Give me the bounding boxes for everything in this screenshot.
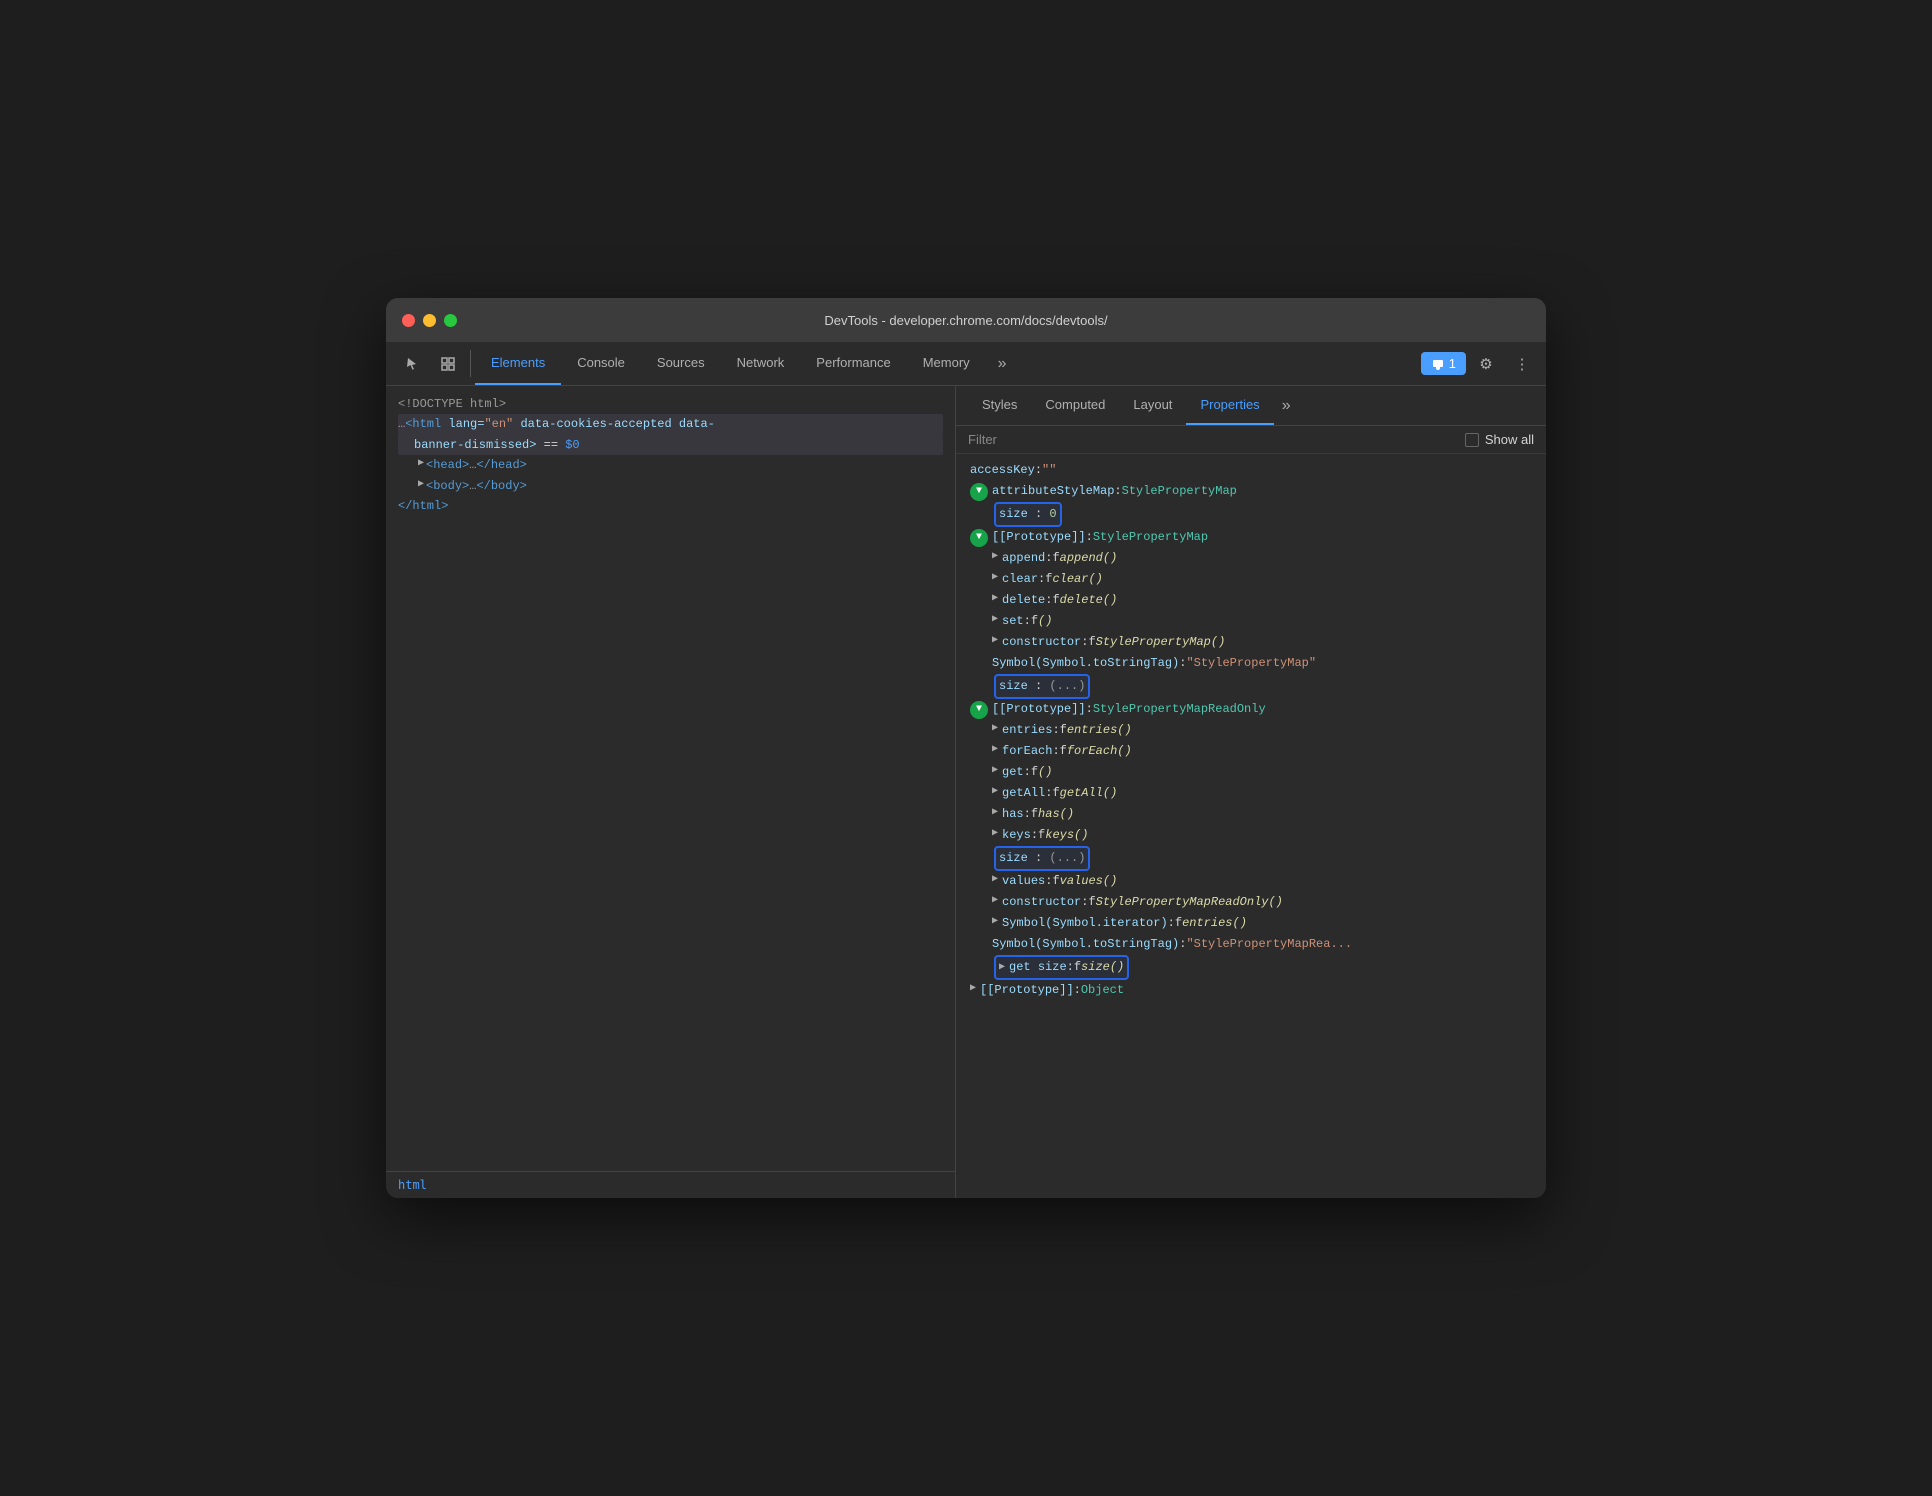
size-0-badge[interactable]: size : 0 xyxy=(994,502,1062,527)
dom-html-close: </html> xyxy=(398,496,943,516)
sub-tab-styles[interactable]: Styles xyxy=(968,386,1031,425)
prop-has: ▶ has : f has() xyxy=(968,804,1534,825)
traffic-lights xyxy=(402,314,457,327)
titlebar: DevTools - developer.chrome.com/docs/dev… xyxy=(386,298,1546,342)
show-all-label[interactable]: Show all xyxy=(1465,432,1534,447)
main-content: <!DOCTYPE html> … <html lang="en" data-c… xyxy=(386,386,1546,1198)
prop-delete: ▶ delete : f delete() xyxy=(968,590,1534,611)
dom-html-tag-cont: banner-dismissed> == $0 xyxy=(398,435,943,455)
prop-prototype-stylepropertymapreonly[interactable]: ▼ [[Prototype]] : StylePropertyMapReadOn… xyxy=(968,699,1534,720)
get-size-badge[interactable]: ▶ get size : f size() xyxy=(994,955,1129,980)
dom-body[interactable]: ▶ <body> … </body> xyxy=(398,476,943,496)
prop-set: ▶ set : f () xyxy=(968,611,1534,632)
minimize-button[interactable] xyxy=(423,314,436,327)
expand-values-icon[interactable]: ▶ xyxy=(992,871,998,889)
prop-append: ▶ append : f append() xyxy=(968,548,1534,569)
expand-get-icon[interactable]: ▶ xyxy=(992,762,998,780)
sub-tab-layout[interactable]: Layout xyxy=(1119,386,1186,425)
prop-prototype-object: ▶ [[Prototype]] : Object xyxy=(968,980,1534,1001)
prop-get: ▶ get : f () xyxy=(968,762,1534,783)
settings-button[interactable]: ⚙ xyxy=(1470,348,1502,380)
prop-getall: ▶ getAll : f getAll() xyxy=(968,783,1534,804)
dom-breadcrumb: html xyxy=(386,1171,955,1198)
properties-content[interactable]: accessKey : "" ▼ attributeStyleMap : Sty… xyxy=(956,454,1546,1198)
expand-getall-icon[interactable]: ▶ xyxy=(992,783,998,801)
dom-head[interactable]: ▶ <head> … </head> xyxy=(398,455,943,475)
prop-attributestylemap[interactable]: ▼ attributeStyleMap : StylePropertyMap xyxy=(968,481,1534,502)
toolbar-right: 1 ⚙ ⋮ xyxy=(1421,342,1538,385)
prop-size-0: size : 0 xyxy=(968,502,1534,527)
dom-html-tag[interactable]: … <html lang="en" data-cookies-accepted … xyxy=(398,414,943,434)
expand-getsize-icon[interactable]: ▶ xyxy=(999,959,1005,977)
expand-append-icon[interactable]: ▶ xyxy=(992,548,998,566)
tab-performance[interactable]: Performance xyxy=(800,342,906,385)
green-expand-prototype1[interactable]: ▼ xyxy=(970,529,988,547)
filter-input[interactable] xyxy=(968,432,1465,447)
prop-symbol-tostringtag-2: Symbol(Symbol.toStringTag) : "StylePrope… xyxy=(968,934,1534,955)
show-all-checkbox[interactable] xyxy=(1465,433,1479,447)
expand-prototype-obj-icon[interactable]: ▶ xyxy=(970,980,976,998)
expand-entries-icon[interactable]: ▶ xyxy=(992,720,998,738)
dom-tree[interactable]: <!DOCTYPE html> … <html lang="en" data-c… xyxy=(386,386,955,1171)
more-options-button[interactable]: ⋮ xyxy=(1506,348,1538,380)
tabs-bar: Elements Console Sources Network Perform… xyxy=(386,342,1546,386)
more-tabs-button[interactable]: » xyxy=(990,342,1015,385)
tab-memory[interactable]: Memory xyxy=(907,342,986,385)
expand-clear-icon[interactable]: ▶ xyxy=(992,569,998,587)
sub-tabs: Styles Computed Layout Properties » xyxy=(956,386,1546,426)
more-sub-tabs-button[interactable]: » xyxy=(1274,386,1299,425)
prop-keys: ▶ keys : f keys() xyxy=(968,825,1534,846)
prop-constructor-2: ▶ constructor : f StylePropertyMapReadOn… xyxy=(968,892,1534,913)
sub-tab-computed[interactable]: Computed xyxy=(1031,386,1119,425)
prop-symbol-iterator: ▶ Symbol(Symbol.iterator) : f entries() xyxy=(968,913,1534,934)
green-expand-attributestylemap[interactable]: ▼ xyxy=(970,483,988,501)
expand-foreach-icon[interactable]: ▶ xyxy=(992,741,998,759)
prop-get-size: ▶ get size : f size() xyxy=(968,955,1534,980)
tab-sources[interactable]: Sources xyxy=(641,342,721,385)
tab-console[interactable]: Console xyxy=(561,342,641,385)
prop-accesskey: accessKey : "" xyxy=(968,460,1534,481)
inspect-icon[interactable] xyxy=(430,342,466,385)
tab-network[interactable]: Network xyxy=(721,342,801,385)
expand-delete-icon[interactable]: ▶ xyxy=(992,590,998,608)
close-button[interactable] xyxy=(402,314,415,327)
devtools-window: DevTools - developer.chrome.com/docs/dev… xyxy=(386,298,1546,1198)
prop-size-ellipsis-1: size : (...) xyxy=(968,674,1534,699)
right-panel: Styles Computed Layout Properties » Sho xyxy=(956,386,1546,1198)
expand-constructor2-icon[interactable]: ▶ xyxy=(992,892,998,910)
cursor-icon[interactable] xyxy=(394,342,430,385)
expand-keys-icon[interactable]: ▶ xyxy=(992,825,998,843)
expand-constructor1-icon[interactable]: ▶ xyxy=(992,632,998,650)
maximize-button[interactable] xyxy=(444,314,457,327)
filter-row: Show all xyxy=(956,426,1546,454)
prop-symbol-tostringtag-1: Symbol(Symbol.toStringTag) : "StylePrope… xyxy=(968,653,1534,674)
size-ellipsis-2-badge[interactable]: size : (...) xyxy=(994,846,1090,871)
tab-divider xyxy=(470,350,471,377)
expand-set-icon[interactable]: ▶ xyxy=(992,611,998,629)
sub-tab-properties[interactable]: Properties xyxy=(1186,386,1273,425)
prop-entries: ▶ entries : f entries() xyxy=(968,720,1534,741)
dom-panel: <!DOCTYPE html> … <html lang="en" data-c… xyxy=(386,386,956,1198)
prop-foreach: ▶ forEach : f forEach() xyxy=(968,741,1534,762)
prop-clear: ▶ clear : f clear() xyxy=(968,569,1534,590)
expand-has-icon[interactable]: ▶ xyxy=(992,804,998,822)
window-title: DevTools - developer.chrome.com/docs/dev… xyxy=(824,313,1107,328)
prop-constructor-1: ▶ constructor : f StylePropertyMap() xyxy=(968,632,1534,653)
size-ellipsis-1-badge[interactable]: size : (...) xyxy=(994,674,1090,699)
expand-head-icon[interactable]: ▶ xyxy=(418,455,424,472)
green-expand-prototype2[interactable]: ▼ xyxy=(970,701,988,719)
prop-prototype-stylemap[interactable]: ▼ [[Prototype]] : StylePropertyMap xyxy=(968,527,1534,548)
expand-body-icon[interactable]: ▶ xyxy=(418,476,424,493)
expand-symbol-iterator-icon[interactable]: ▶ xyxy=(992,913,998,931)
prop-size-ellipsis-2: size : (...) xyxy=(968,846,1534,871)
tab-elements[interactable]: Elements xyxy=(475,342,561,385)
prop-values: ▶ values : f values() xyxy=(968,871,1534,892)
notification-button[interactable]: 1 xyxy=(1421,352,1466,375)
dom-doctype: <!DOCTYPE html> xyxy=(398,394,943,414)
